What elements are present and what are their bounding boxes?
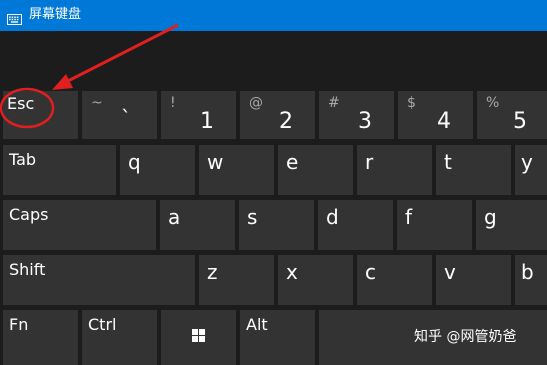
- esc-highlight-circle: [0, 87, 55, 129]
- annotation-overlay: [0, 23, 179, 129]
- annotation-arrow-head: [52, 74, 73, 90]
- annotation-arrow-line: [65, 23, 179, 84]
